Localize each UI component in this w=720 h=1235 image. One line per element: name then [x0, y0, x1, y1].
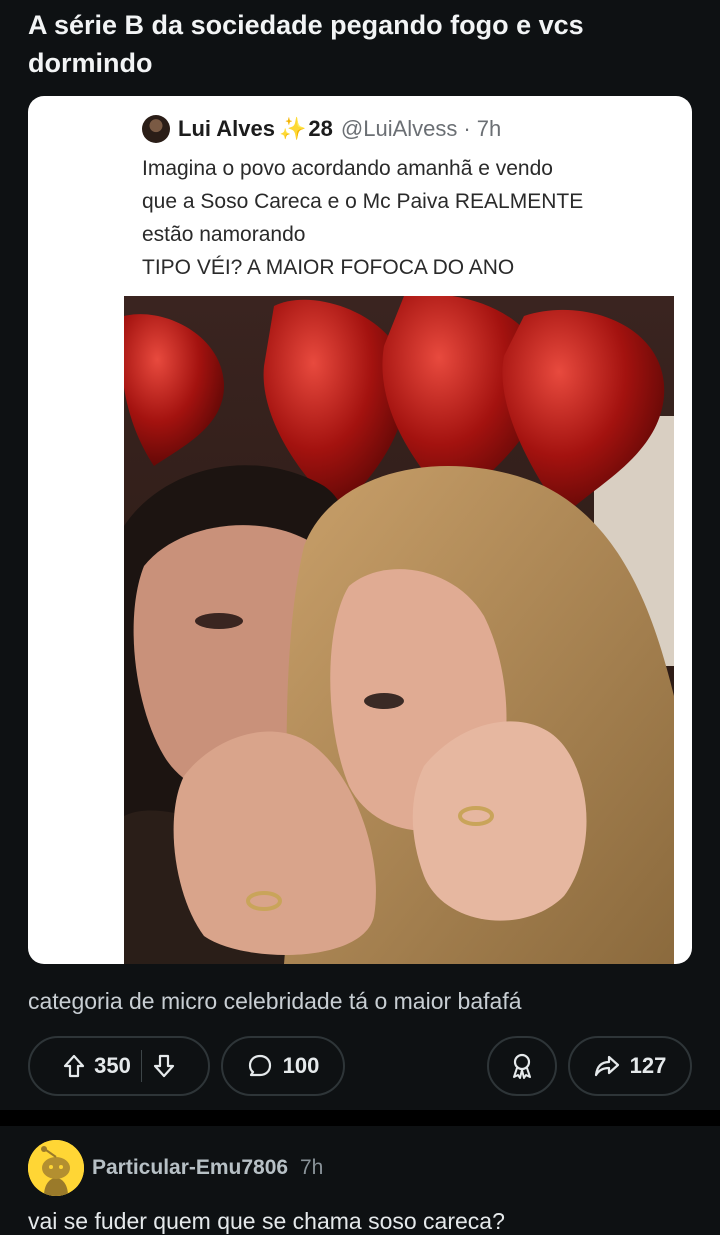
tweet-time: 7h [476, 116, 502, 141]
comment-icon [248, 1054, 271, 1077]
post-image[interactable]: Lui Alves ✨ 28 @LuiAlvess · 7h Imagina o… [28, 96, 692, 964]
tweet-line: TIPO VÉI? A MAIOR FOFOCA DO ANO [142, 256, 515, 279]
comment-body: vai se fuder quem que se chama soso care… [28, 1208, 505, 1234]
selfie-photo [124, 296, 674, 964]
tweet-screenshot: Lui Alves ✨ 28 @LuiAlvess · 7h Imagina o… [124, 96, 674, 964]
comment-time: 7h [299, 1156, 324, 1179]
tweet-photo [124, 296, 674, 964]
share-button[interactable]: 127 [568, 1036, 692, 1096]
share-count: 127 [629, 1053, 667, 1078]
comment-author[interactable]: Particular-Emu7806 [92, 1156, 288, 1179]
tweet-line: que a Soso Careca e o Mc Paiva REALMENTE [142, 190, 584, 213]
comment-meta: Particular-Emu7806 7h [92, 1156, 323, 1180]
upvote-count: 350 [94, 1053, 131, 1078]
award-button[interactable] [487, 1036, 557, 1096]
tweet-author-number: 28 [308, 116, 333, 141]
sparkle-icon: ✨ [279, 116, 307, 141]
section-divider [0, 1110, 720, 1126]
award-icon [513, 1053, 531, 1079]
comment-count: 100 [282, 1053, 320, 1078]
downvote-icon[interactable] [152, 1053, 176, 1079]
tweet-line: Imagina o povo acordando amanhã e vendo [142, 157, 553, 180]
tweet-text: Imagina o povo acordando amanhã e vendo … [142, 152, 662, 284]
tweet-line: estão namorando [142, 223, 306, 246]
post-title: A série B da sociedade pegando fogo e vc… [28, 10, 584, 78]
vote-bar: 350 [28, 1036, 210, 1096]
share-icon [594, 1055, 619, 1077]
tweet-separator: · [463, 116, 471, 141]
tweet-author-name: Lui Alves [178, 116, 275, 141]
post-caption: categoria de micro celebridade tá o maio… [28, 988, 522, 1014]
upvote-icon[interactable] [62, 1053, 86, 1079]
tweet-header: Lui Alves ✨ 28 @LuiAlvess · 7h [142, 114, 501, 144]
comments-button[interactable]: 100 [221, 1036, 345, 1096]
avatar[interactable] [28, 1140, 84, 1196]
snoo-avatar-icon [28, 1140, 84, 1196]
tweet-handle: @LuiAlvess [340, 116, 458, 141]
tweet-avatar [142, 115, 170, 143]
vote-divider [140, 1050, 142, 1082]
